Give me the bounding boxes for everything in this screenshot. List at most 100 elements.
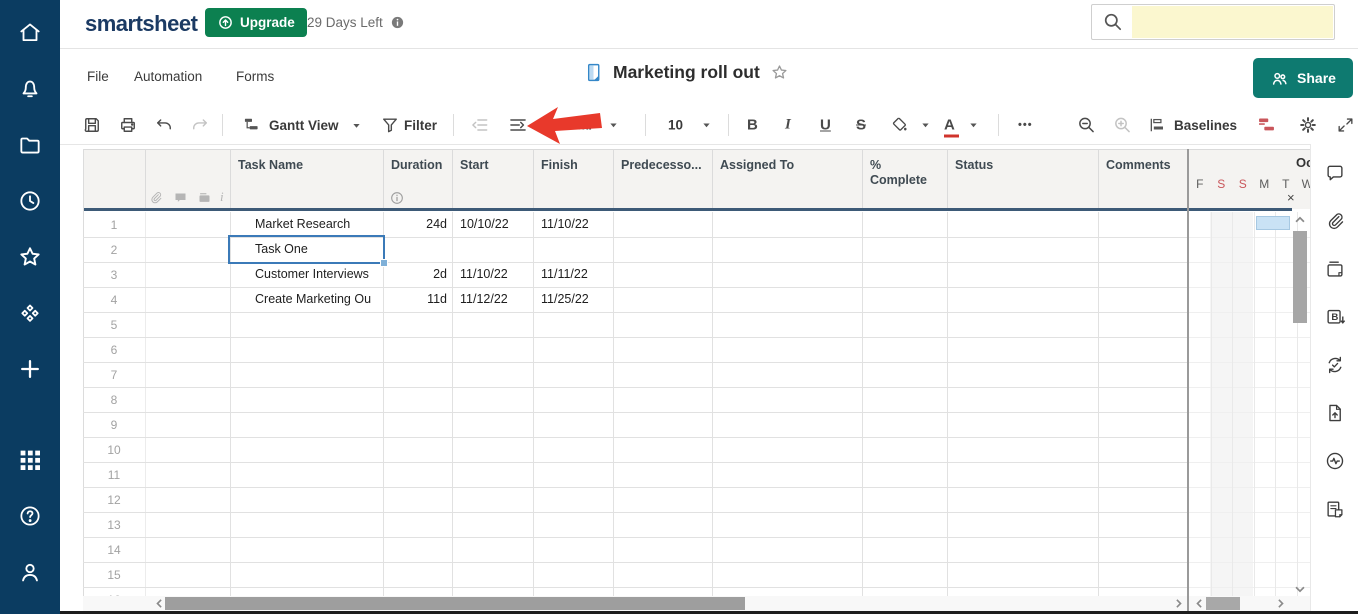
upgrade-button[interactable]: Upgrade bbox=[205, 8, 307, 37]
cell-dur[interactable]: 11d bbox=[383, 287, 452, 312]
home-icon[interactable] bbox=[17, 19, 43, 45]
column-header-fin[interactable]: Finish bbox=[541, 158, 578, 173]
app-launcher-grid-icon[interactable] bbox=[18, 448, 43, 473]
settings-gear-icon[interactable] bbox=[1298, 115, 1318, 135]
row-number[interactable]: 11 bbox=[83, 468, 145, 482]
grid-gantt-divider[interactable] bbox=[1187, 149, 1189, 611]
gantt-task-bar[interactable] bbox=[1256, 216, 1290, 230]
column-header-task[interactable]: Task Name bbox=[238, 158, 303, 173]
save-button[interactable] bbox=[82, 115, 102, 135]
gantt-scroll-right-icon[interactable] bbox=[1274, 597, 1287, 610]
proofs-icon[interactable] bbox=[1324, 258, 1346, 280]
row-number[interactable]: 2 bbox=[83, 243, 145, 257]
vertical-scrollbar-thumb[interactable] bbox=[1293, 231, 1307, 323]
text-color-button[interactable]: A bbox=[944, 117, 981, 138]
selected-cell-outline[interactable] bbox=[228, 235, 385, 264]
view-selector[interactable]: Gantt View bbox=[242, 115, 364, 135]
help-icon[interactable] bbox=[18, 504, 43, 529]
notifications-bell-icon[interactable] bbox=[17, 75, 43, 101]
gantt-scroll-left-icon[interactable] bbox=[1193, 597, 1206, 610]
cell-dur[interactable]: 24d bbox=[383, 212, 452, 237]
row-number[interactable]: 15 bbox=[83, 568, 145, 582]
duration-info-icon[interactable] bbox=[389, 190, 405, 206]
cell-start[interactable]: 11/10/22 bbox=[452, 262, 533, 287]
column-header-com[interactable]: Comments bbox=[1106, 158, 1171, 173]
underline-button[interactable]: U bbox=[820, 117, 831, 134]
share-button[interactable]: Share bbox=[1253, 58, 1353, 98]
critical-path-button[interactable] bbox=[1256, 115, 1277, 136]
italic-button[interactable]: I bbox=[785, 117, 791, 134]
font-size-select[interactable]: 10 bbox=[668, 118, 714, 133]
gantt-hscroll-thumb[interactable] bbox=[1206, 597, 1240, 610]
row-number[interactable]: 9 bbox=[83, 418, 145, 432]
more-options-button[interactable]: ••• bbox=[1018, 119, 1033, 131]
print-button[interactable] bbox=[118, 115, 138, 135]
column-header-start[interactable]: Start bbox=[460, 158, 488, 173]
cell-start[interactable]: 11/12/22 bbox=[452, 287, 533, 312]
indent-button[interactable] bbox=[508, 115, 528, 135]
update-requests-icon[interactable] bbox=[1324, 354, 1346, 376]
gantt-close-icon[interactable]: × bbox=[1287, 190, 1295, 205]
create-plus-icon[interactable] bbox=[18, 357, 43, 382]
attachments-icon[interactable] bbox=[1324, 210, 1346, 232]
strikethrough-button[interactable]: S bbox=[856, 117, 866, 134]
row-number[interactable]: 8 bbox=[83, 393, 145, 407]
column-header-asg[interactable]: Assigned To bbox=[720, 158, 794, 173]
recents-clock-icon[interactable] bbox=[17, 188, 43, 214]
conversations-icon[interactable] bbox=[1324, 162, 1346, 184]
row-number[interactable]: 5 bbox=[83, 318, 145, 332]
outdent-button[interactable] bbox=[470, 115, 490, 135]
row-number[interactable]: 4 bbox=[83, 293, 145, 307]
search-input[interactable] bbox=[1132, 6, 1333, 38]
redo-button[interactable] bbox=[190, 115, 210, 135]
filter-button[interactable]: Filter bbox=[380, 115, 437, 135]
row-number[interactable]: 3 bbox=[83, 268, 145, 282]
zoom-out-button[interactable] bbox=[1076, 115, 1097, 136]
fill-color-button[interactable] bbox=[890, 116, 933, 135]
publish-icon[interactable] bbox=[1324, 402, 1346, 424]
account-person-icon[interactable] bbox=[17, 559, 43, 585]
row-number[interactable]: 7 bbox=[83, 368, 145, 382]
cell-fin[interactable]: 11/10/22 bbox=[533, 212, 613, 237]
cell-dur[interactable]: 2d bbox=[383, 262, 452, 287]
cell-task[interactable]: Market Research bbox=[230, 212, 383, 237]
row-number[interactable]: 12 bbox=[83, 493, 145, 507]
row-number[interactable]: 6 bbox=[83, 343, 145, 357]
activity-log-icon[interactable] bbox=[1324, 450, 1346, 472]
cell-fin[interactable]: 11/25/22 bbox=[533, 287, 613, 312]
row-number[interactable]: 10 bbox=[83, 443, 145, 457]
undo-button[interactable] bbox=[154, 115, 174, 135]
bold-button[interactable]: B bbox=[747, 117, 758, 134]
favorites-star-icon[interactable] bbox=[17, 244, 44, 271]
column-header-pct[interactable]: % Complete bbox=[870, 158, 940, 188]
baselines-button[interactable]: Baselines bbox=[1148, 115, 1237, 135]
cell-task[interactable]: Customer Interviews bbox=[230, 262, 383, 287]
proof-column-icon[interactable] bbox=[197, 190, 212, 205]
row-number[interactable]: 1 bbox=[83, 218, 145, 232]
info-icon[interactable] bbox=[390, 15, 405, 30]
scroll-up-icon[interactable] bbox=[1293, 213, 1307, 227]
row-number[interactable]: 14 bbox=[83, 543, 145, 557]
menu-automation[interactable]: Automation bbox=[134, 69, 202, 84]
info-column-icon[interactable]: i bbox=[220, 189, 224, 205]
cell-start[interactable]: 10/10/22 bbox=[452, 212, 533, 237]
scroll-right-icon[interactable] bbox=[1172, 597, 1185, 610]
summary-icon[interactable] bbox=[1324, 498, 1346, 520]
menu-forms[interactable]: Forms bbox=[236, 69, 274, 84]
cell-fin[interactable]: 11/11/22 bbox=[533, 262, 613, 287]
column-header-status[interactable]: Status bbox=[955, 158, 993, 173]
grid-hscroll-thumb[interactable] bbox=[165, 597, 745, 610]
fullscreen-expand-icon[interactable] bbox=[1336, 116, 1355, 135]
scroll-down-icon[interactable] bbox=[1293, 582, 1307, 596]
zoom-in-button[interactable] bbox=[1112, 115, 1133, 136]
search-box[interactable] bbox=[1091, 4, 1335, 40]
solution-center-icon[interactable] bbox=[18, 301, 43, 326]
column-header-pred[interactable]: Predecesso... bbox=[621, 158, 702, 173]
brandfolder-icon[interactable]: B bbox=[1324, 306, 1346, 328]
attachment-column-icon[interactable] bbox=[148, 190, 164, 206]
font-family-select[interactable]: Arial bbox=[562, 118, 621, 133]
column-header-dur[interactable]: Duration bbox=[391, 158, 442, 173]
folder-icon[interactable] bbox=[17, 132, 43, 158]
comments-column-icon[interactable] bbox=[173, 190, 188, 205]
menu-file[interactable]: File bbox=[87, 69, 109, 84]
